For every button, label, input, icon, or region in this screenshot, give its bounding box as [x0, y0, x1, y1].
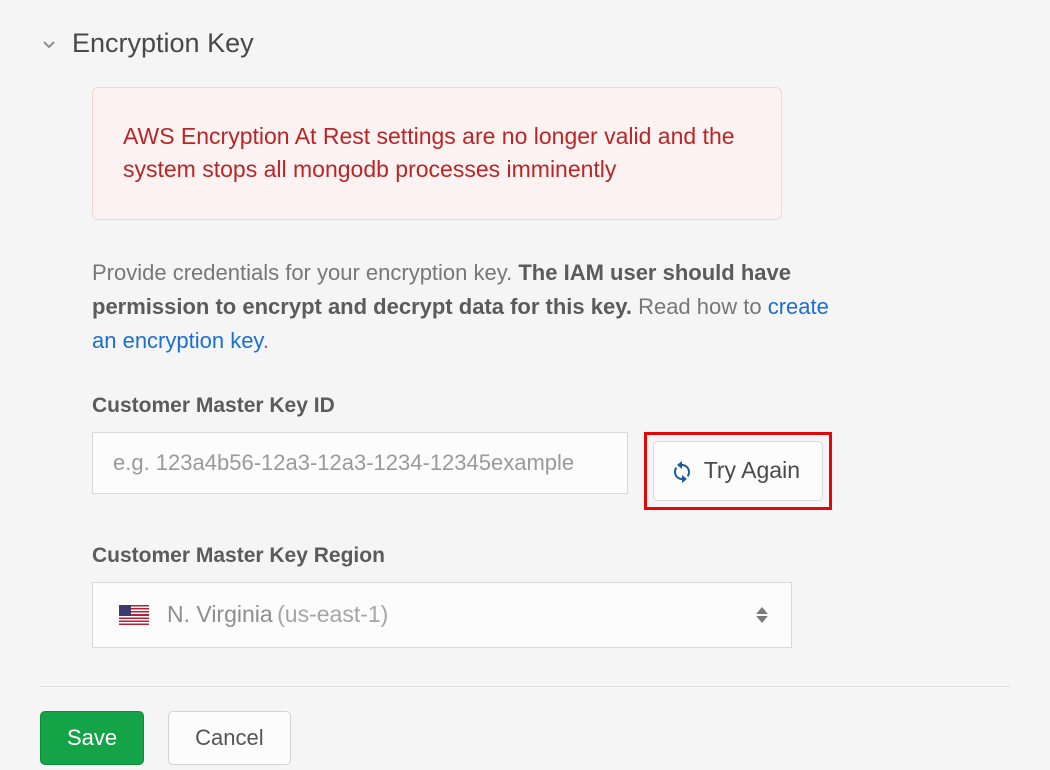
region-label: Customer Master Key Region	[92, 544, 832, 568]
save-button[interactable]: Save	[40, 711, 144, 765]
description-period: .	[263, 328, 269, 353]
error-alert-text: AWS Encryption At Rest settings are no l…	[123, 120, 751, 187]
try-again-button[interactable]: Try Again	[653, 441, 823, 501]
footer-buttons: Save Cancel	[40, 711, 1010, 765]
key-id-input[interactable]	[92, 432, 628, 494]
key-id-label: Customer Master Key ID	[92, 394, 832, 418]
description-intro: Provide credentials for your encryption …	[92, 260, 518, 285]
try-again-label: Try Again	[704, 457, 800, 484]
cancel-button[interactable]: Cancel	[168, 711, 290, 765]
region-select[interactable]: N. Virginia (us-east-1)	[92, 582, 792, 648]
us-flag-icon	[119, 605, 149, 625]
error-alert: AWS Encryption At Rest settings are no l…	[92, 87, 782, 220]
chevron-down-icon	[40, 35, 58, 53]
region-selected-code: (us-east-1)	[277, 601, 388, 628]
description-readhow: Read how to	[632, 294, 768, 319]
section-header[interactable]: Encryption Key	[40, 28, 1010, 59]
divider	[40, 686, 1010, 687]
refresh-icon	[670, 459, 694, 483]
section-title: Encryption Key	[72, 28, 254, 59]
select-caret-icon	[753, 607, 771, 623]
description-text: Provide credentials for your encryption …	[92, 256, 832, 358]
region-selected-name: N. Virginia	[167, 601, 273, 628]
try-again-highlight: Try Again	[644, 432, 832, 510]
